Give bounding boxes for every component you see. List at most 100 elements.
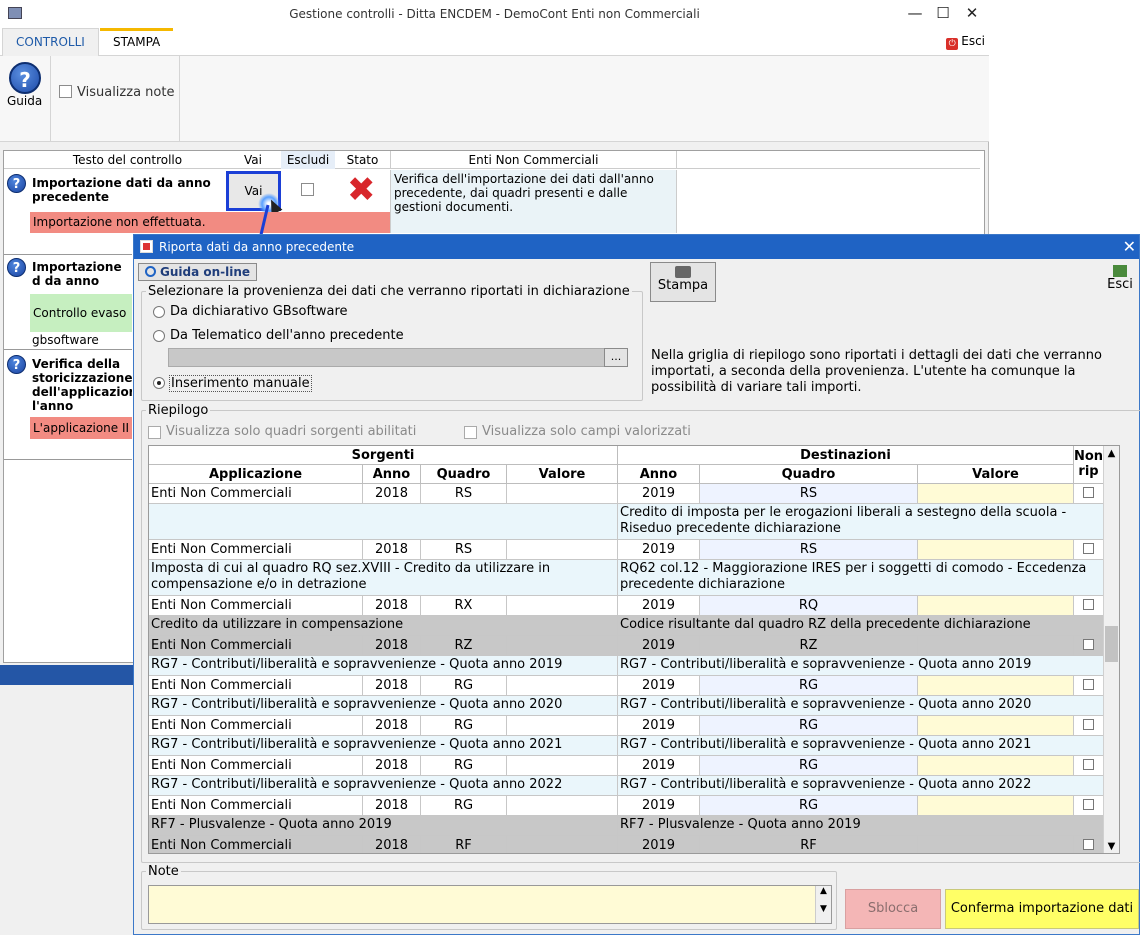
table-scrollbar[interactable]: ▲ ▼: [1103, 446, 1119, 853]
info-text: Nella griglia di riepilogo sono riportat…: [651, 348, 1102, 395]
dialog-title: Riporta dati da anno precedente: [134, 235, 1139, 259]
telematico-path-input[interactable]: [168, 348, 605, 367]
table-row: Enti Non Commerciali 2018 RG 2019 RG: [149, 756, 1119, 776]
cell-anno-dest: 2019: [618, 636, 700, 656]
cell-valore[interactable]: [507, 636, 618, 656]
radio-manuale[interactable]: [153, 377, 165, 389]
conferma-button[interactable]: Conferma importazione dati: [945, 889, 1139, 929]
note-textarea[interactable]: ▲ ▼: [148, 885, 832, 924]
note-scrollbar[interactable]: ▲ ▼: [815, 886, 831, 923]
nonrip-checkbox[interactable]: [1083, 719, 1094, 730]
nonrip-checkbox[interactable]: [1083, 487, 1094, 498]
help-icon[interactable]: ?: [7, 174, 26, 193]
guida-online-button[interactable]: Guida on-line: [138, 263, 257, 281]
esci-dialog-button[interactable]: Esci: [1101, 262, 1139, 302]
cell-valore[interactable]: [507, 676, 618, 696]
radio-gbsoftware[interactable]: [153, 306, 165, 318]
visualizza-note-checkbox[interactable]: [59, 85, 72, 98]
riepilogo-table: Sorgenti Destinazioni Non rip Applicazio…: [148, 445, 1120, 854]
chk-campi-label: Visualizza solo campi valorizzati: [482, 424, 691, 439]
cell-anno: 2018: [363, 484, 421, 504]
dialog-close-button[interactable]: ✕: [1123, 235, 1136, 259]
status-text: L'applicazione II: [30, 417, 132, 439]
cell-valore-dest[interactable]: [918, 676, 1074, 696]
cell-valore-dest[interactable]: [918, 484, 1074, 504]
browse-button[interactable]: ...: [604, 348, 628, 367]
scroll-thumb[interactable]: [1105, 626, 1118, 662]
help-icon[interactable]: ?: [7, 355, 26, 374]
cell-valore-dest[interactable]: [918, 796, 1074, 816]
esci-dialog-label: Esci: [1107, 277, 1133, 292]
cell-nonrip: [1074, 676, 1104, 696]
source-desc: RF7 - Plusvalenze - Quota anno 2019: [149, 816, 618, 836]
scroll-up-icon[interactable]: ▲: [1104, 446, 1119, 462]
tab-controlli[interactable]: CONTROLLI: [2, 28, 99, 56]
cell-applicazione: Enti Non Commerciali: [149, 836, 363, 853]
source-desc: RG7 - Contributi/liberalità e sopravveni…: [149, 776, 618, 796]
cell-anno-dest: 2019: [618, 796, 700, 816]
radio-gbsoftware-label[interactable]: Da dichiarativo GBsoftware: [170, 304, 348, 319]
desc-row: RG7 - Contributi/liberalità e sopravveni…: [149, 656, 1119, 676]
cell-quadro-dest: RG: [700, 756, 918, 776]
col-nonrip: Non rip: [1074, 446, 1104, 484]
nonrip-checkbox[interactable]: [1083, 543, 1094, 554]
nonrip-checkbox[interactable]: [1083, 679, 1094, 690]
cell-valore[interactable]: [507, 540, 618, 560]
cell-valore[interactable]: [507, 796, 618, 816]
nonrip-checkbox[interactable]: [1083, 759, 1094, 770]
ie-icon: [144, 266, 156, 277]
cell-anno: 2018: [363, 836, 421, 853]
cell-valore[interactable]: [507, 484, 618, 504]
stampa-button[interactable]: Stampa: [650, 262, 716, 302]
cell-anno: 2018: [363, 676, 421, 696]
scroll-down-icon[interactable]: ▼: [1104, 839, 1119, 853]
group-sorgenti: Sorgenti: [149, 446, 618, 465]
radio-telematico[interactable]: [153, 330, 165, 342]
cell-quadro-dest: RZ: [700, 636, 918, 656]
esci-button[interactable]: ⏻ Esci: [946, 34, 985, 50]
chk-campi-valorizzati[interactable]: [464, 426, 477, 439]
col-stato: Stato: [346, 153, 379, 167]
cell-quadro-dest: RS: [700, 484, 918, 504]
close-button[interactable]: ✕: [961, 4, 983, 22]
cell-valore[interactable]: [507, 836, 618, 853]
row-title: Importazione d da anno precec: [32, 260, 122, 290]
cell-valore-dest[interactable]: [918, 716, 1074, 736]
cell-valore[interactable]: [507, 596, 618, 616]
help-icon[interactable]: ?: [7, 258, 26, 277]
row-divider: [4, 459, 132, 460]
esci-label: Esci: [961, 34, 985, 48]
cell-anno: 2018: [363, 716, 421, 736]
cell-quadro: RS: [421, 484, 507, 504]
stampa-label: Stampa: [657, 278, 709, 293]
cell-anno: 2018: [363, 796, 421, 816]
guida-label[interactable]: Guida: [7, 94, 42, 108]
sblocca-button[interactable]: Sblocca: [845, 889, 941, 929]
cell-valore-dest[interactable]: [918, 636, 1074, 656]
help-icon[interactable]: ?: [9, 62, 41, 94]
chk-sorgenti-abilitati[interactable]: [148, 426, 161, 439]
dialog-icon: [140, 240, 153, 253]
escludi-checkbox[interactable]: [301, 183, 314, 196]
cell-quadro: RF: [421, 836, 507, 853]
cell-valore[interactable]: [507, 756, 618, 776]
cell-valore[interactable]: [507, 716, 618, 736]
cell-valore-dest[interactable]: [918, 540, 1074, 560]
row-divider: [4, 254, 132, 255]
nonrip-checkbox[interactable]: [1083, 639, 1094, 650]
nonrip-checkbox[interactable]: [1083, 839, 1094, 850]
radio-telematico-label[interactable]: Da Telematico dell'anno precedente: [170, 328, 404, 343]
cell-applicazione: Enti Non Commerciali: [149, 756, 363, 776]
nonrip-checkbox[interactable]: [1083, 799, 1094, 810]
nonrip-checkbox[interactable]: [1083, 599, 1094, 610]
cell-valore-dest[interactable]: [918, 836, 1074, 853]
cell-quadro-dest: RG: [700, 676, 918, 696]
cell-valore-dest[interactable]: [918, 756, 1074, 776]
cell-valore-dest[interactable]: [918, 596, 1074, 616]
radio-manuale-label[interactable]: Inserimento manuale: [169, 375, 312, 392]
maximize-button[interactable]: ☐: [932, 4, 954, 22]
minimize-button[interactable]: —: [904, 4, 926, 22]
row-title: Importazione dati da anno precedente: [32, 176, 211, 204]
tab-stampa[interactable]: STAMPA: [100, 28, 174, 56]
cell-nonrip: [1074, 636, 1104, 656]
